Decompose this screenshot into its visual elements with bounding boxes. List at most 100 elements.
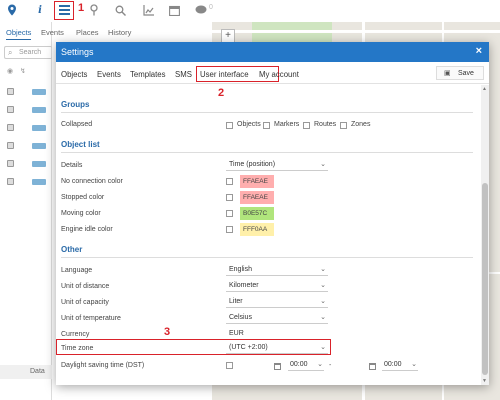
checkbox-zones[interactable] [340,122,347,129]
place-icon[interactable] [88,4,100,16]
chat-badge: 0 [209,4,213,11]
scroll-thumb[interactable] [482,183,488,375]
calendar-icon[interactable] [369,363,376,370]
list-item[interactable] [4,87,52,97]
moving-color-label: Moving color [61,210,101,217]
timezone-select[interactable]: (UTC +2:00) ⌄ [226,342,328,354]
checkbox-routes-label: Routes [314,121,337,128]
menu-icon[interactable] [58,4,70,16]
dst-label: Daylight saving time (DST) [61,362,145,369]
engine-idle-color-label: Engine idle color [61,226,113,233]
left-tab-places[interactable]: Places [76,28,99,37]
search-icon[interactable] [114,4,126,16]
scroll-up-icon[interactable]: ▲ [482,86,487,92]
chat-icon[interactable] [195,4,207,16]
checkbox-zones-label: Zones [351,121,371,128]
section-object-list: Object list [61,140,473,153]
timezone-value: (UTC +2:00) [229,344,268,351]
no-connection-color-label: No connection color [61,178,123,185]
object-checkbox[interactable] [7,142,14,149]
distance-label: Unit of distance [61,283,110,290]
list-item[interactable] [4,123,52,133]
list-item[interactable] [4,177,52,187]
chevron-down-icon: ⌄ [320,266,326,273]
vehicle-icon [32,107,46,113]
left-search-placeholder: Search [19,49,42,56]
tab-templates[interactable]: Templates [130,70,166,79]
checkbox-markers-label: Markers [274,121,300,128]
object-checkbox[interactable] [7,88,14,95]
list-item[interactable] [4,105,52,115]
save-button[interactable]: ▣ Save [436,66,484,80]
no-connection-color-field[interactable]: FFAEAE [240,175,274,188]
details-value: Time (position) [229,161,276,168]
dst-end-time-select[interactable]: 00:00 ⌄ [382,359,418,371]
dst-start-time-select[interactable]: 00:00 ⌄ [288,359,324,371]
stopped-color-checkbox[interactable] [226,194,233,201]
info-icon[interactable]: i [34,4,46,16]
temperature-label: Unit of temperature [61,315,121,322]
vehicle-icon [32,161,46,167]
vehicle-icon [32,125,46,131]
zoom-in-button[interactable]: + [221,29,235,43]
currency-label: Currency [61,331,90,338]
section-groups: Groups [61,100,473,113]
calendar-icon[interactable] [274,363,281,370]
moving-color-checkbox[interactable] [226,210,233,217]
temperature-select[interactable]: Celsius ⌄ [226,312,328,324]
checkbox-markers[interactable] [263,122,270,129]
capacity-select[interactable]: Liter ⌄ [226,296,328,308]
close-button[interactable]: × [476,45,482,57]
left-panel: Objects Events ⌕ Search ◉ ↯ Data [0,22,64,400]
object-checkbox[interactable] [7,178,14,185]
chevron-down-icon: ⌄ [320,344,326,351]
engine-idle-color-field[interactable]: FFF0AA [240,223,274,236]
list-item[interactable] [4,141,52,151]
calendar-icon[interactable] [168,4,180,16]
dst-end-time-value: 00:00 [384,361,402,368]
left-tab-events[interactable]: Events [41,28,64,37]
stopped-color-field[interactable]: FFAEAE [240,191,274,204]
moving-color-field[interactable]: B0E57C [240,207,274,220]
object-checkbox[interactable] [7,160,14,167]
object-checkbox[interactable] [7,106,14,113]
left-tab-objects[interactable]: Objects [6,28,32,40]
language-select[interactable]: English ⌄ [226,264,328,276]
tab-my-account[interactable]: My account [259,70,299,79]
chevron-down-icon: ⌄ [320,298,326,305]
capacity-label: Unit of capacity [61,299,109,306]
dialog-title: Settings [61,47,94,57]
list-item[interactable] [4,159,52,169]
dialog-body: Groups Collapsed Objects Markers Routes … [56,85,489,385]
details-select[interactable]: Time (position) ⌄ [226,159,328,171]
save-label: Save [458,70,474,77]
distance-select[interactable]: Kilometer ⌄ [226,280,328,292]
chevron-down-icon: ⌄ [320,161,326,168]
step-3-marker: 3 [164,326,171,338]
dst-checkbox[interactable] [226,362,233,369]
data-button[interactable]: Data [0,365,52,379]
language-value: English [229,266,252,273]
no-connection-color-checkbox[interactable] [226,178,233,185]
vehicle-icon [32,89,46,95]
eye-icon[interactable]: ◉ [7,67,13,75]
capacity-value: Liter [229,298,243,305]
dst-separator: - [329,362,332,369]
language-label: Language [61,267,93,274]
tab-user-interface[interactable]: User interface [200,70,249,79]
engine-idle-color-checkbox[interactable] [226,226,233,233]
left-tab-history[interactable]: History [108,28,131,37]
scroll-down-icon[interactable]: ▼ [482,378,487,384]
pin-icon[interactable] [6,4,18,16]
temperature-value: Celsius [229,314,252,321]
checkbox-routes[interactable] [303,122,310,129]
dialog-scrollbar[interactable]: ▲ ▼ [481,85,489,385]
left-search-input[interactable]: ⌕ Search [4,46,52,59]
tab-objects[interactable]: Objects [61,70,87,79]
object-checkbox[interactable] [7,124,14,131]
tab-events[interactable]: Events [97,70,121,79]
tab-sms[interactable]: SMS [175,70,192,79]
follow-icon[interactable]: ↯ [20,67,26,75]
chart-icon[interactable] [142,4,154,16]
checkbox-objects[interactable] [226,122,233,129]
